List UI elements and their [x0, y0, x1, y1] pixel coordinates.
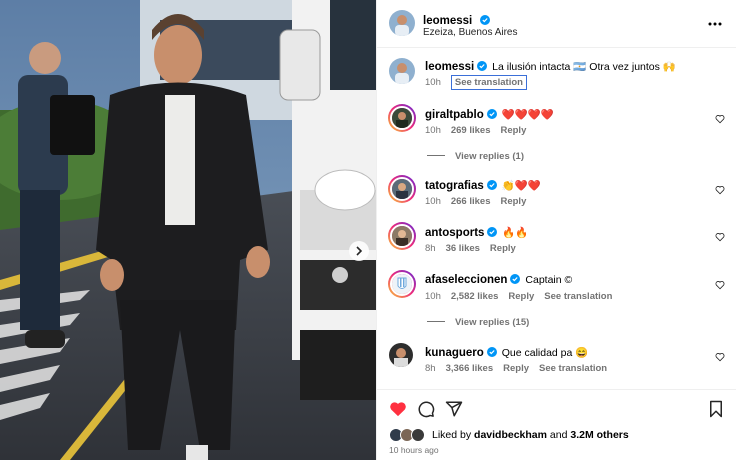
verified-badge-icon: [479, 15, 490, 25]
comment-item: antosports 🔥🔥 8h 36 likes Reply: [377, 221, 736, 261]
verified-badge-icon: [477, 61, 488, 71]
author-username[interactable]: leomessi: [423, 15, 472, 27]
replies-line: [427, 155, 445, 156]
comment-likes[interactable]: 2,582 likes: [451, 291, 499, 302]
comment-text: 👏❤️❤️: [501, 180, 541, 192]
comment-age: 10h: [425, 291, 441, 302]
comment-likes[interactable]: 269 likes: [451, 125, 491, 136]
comment-age: 8h: [425, 363, 436, 374]
comment-likes[interactable]: 36 likes: [446, 243, 480, 254]
post-caption: leomessi La ilusión intacta 🇦🇷 Otra vez …: [377, 57, 736, 97]
comment-item: kunaguero Que calidad pa 😄 8h 3,366 likes…: [377, 341, 736, 381]
comment-text: Que calidad pa 😄: [501, 347, 589, 359]
verified-badge-icon: [487, 227, 498, 237]
author-avatar[interactable]: [389, 10, 415, 36]
verified-badge-icon: [510, 274, 521, 284]
post-header: leomessi Ezeiza, Buenos Aires: [377, 0, 736, 48]
heart-icon[interactable]: [715, 114, 725, 124]
heart-icon[interactable]: [715, 232, 725, 242]
see-translation-link[interactable]: See translation: [544, 291, 612, 302]
more-horizontal-icon[interactable]: [707, 16, 723, 32]
view-replies-button[interactable]: View replies (1): [427, 151, 524, 162]
view-replies-button[interactable]: View replies (15): [427, 317, 529, 328]
commenter-username[interactable]: kunaguero: [425, 347, 484, 359]
reply-button[interactable]: Reply: [503, 363, 529, 374]
comment-text: 🔥🔥: [502, 227, 529, 239]
comment-likes[interactable]: 3,366 likes: [446, 363, 494, 374]
liked-by-others[interactable]: 3.2M others: [570, 429, 628, 441]
carousel-next-button[interactable]: [349, 241, 369, 261]
reply-button[interactable]: Reply: [490, 243, 516, 254]
caption-username[interactable]: leomessi: [425, 61, 474, 73]
post-photo[interactable]: [0, 0, 376, 460]
commenter-avatar[interactable]: [388, 175, 416, 203]
heart-icon[interactable]: [715, 280, 725, 290]
share-icon[interactable]: [445, 400, 463, 418]
verified-badge-icon: [486, 180, 497, 190]
comment-text: Captain ©: [525, 274, 573, 286]
post-detail-panel: leomessi Ezeiza, Buenos Aires leomessi L…: [376, 0, 736, 460]
verified-badge-icon: [486, 347, 497, 357]
verified-badge-icon: [486, 109, 497, 119]
reply-button[interactable]: Reply: [500, 125, 526, 136]
liked-by-user[interactable]: davidbeckham: [474, 429, 547, 441]
see-translation-link[interactable]: See translation: [539, 363, 607, 374]
comment-item: giraltpablo ❤️❤️❤️❤️ 10h 269 likes Reply V…: [377, 103, 736, 163]
comment-age: 8h: [425, 243, 436, 254]
commenter-avatar[interactable]: [388, 104, 416, 132]
reply-button[interactable]: Reply: [508, 291, 534, 302]
comment-likes[interactable]: 266 likes: [451, 196, 491, 207]
commenter-avatar[interactable]: [388, 222, 416, 250]
caption-text: La ilusión intacta 🇦🇷 Otra vez juntos 🙌: [492, 61, 676, 73]
comment-item: tatografias 👏❤️❤️ 10h 266 likes Reply: [377, 174, 736, 214]
heart-icon[interactable]: [715, 185, 725, 195]
liked-by-prefix: Liked by: [432, 429, 472, 441]
liker-avatars[interactable]: [389, 428, 429, 442]
chevron-right-icon: [356, 246, 363, 256]
commenter-username[interactable]: tatografias: [425, 180, 484, 192]
photo-illustration: [0, 0, 376, 460]
post-location[interactable]: Ezeiza, Buenos Aires: [423, 27, 518, 38]
liked-by-and: and: [549, 429, 568, 441]
comments-list[interactable]: leomessi La ilusión intacta 🇦🇷 Otra vez …: [377, 49, 736, 389]
liked-by: Liked by davidbeckham and 3.2M others: [389, 428, 629, 442]
author-avatar[interactable]: [389, 58, 415, 84]
post-timestamp[interactable]: 10 hours ago: [389, 445, 439, 455]
comment-item: afaseleccionen Captain © 10h 2,582 likes R…: [377, 269, 736, 329]
caption-age: 10h: [425, 77, 441, 88]
comment-age: 10h: [425, 196, 441, 207]
heart-filled-icon[interactable]: [389, 400, 407, 418]
comment-text: ❤️❤️❤️❤️: [501, 109, 554, 121]
reply-button[interactable]: Reply: [500, 196, 526, 207]
comment-age: 10h: [425, 125, 441, 136]
comment-icon[interactable]: [417, 400, 435, 418]
commenter-username[interactable]: antosports: [425, 227, 484, 239]
commenter-avatar[interactable]: [388, 270, 416, 298]
see-translation-link[interactable]: See translation: [450, 75, 527, 90]
commenter-avatar[interactable]: [389, 343, 413, 367]
heart-icon[interactable]: [715, 352, 725, 362]
replies-line: [427, 321, 445, 322]
bookmark-icon[interactable]: [707, 400, 725, 418]
commenter-username[interactable]: afaseleccionen: [425, 274, 507, 286]
commenter-username[interactable]: giraltpablo: [425, 109, 484, 121]
